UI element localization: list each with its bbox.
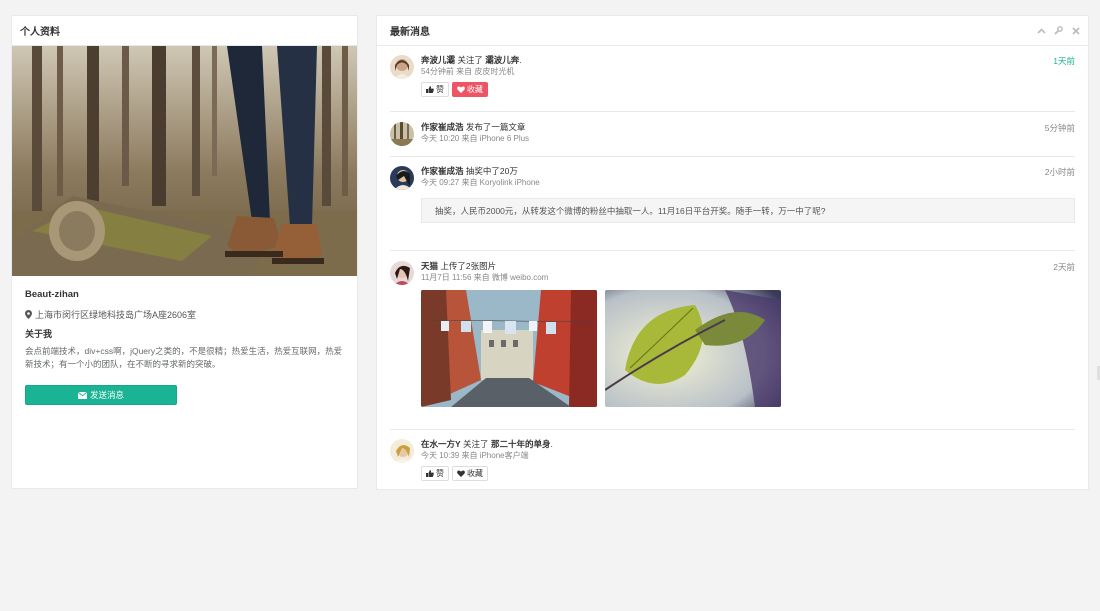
avatar[interactable] (390, 439, 414, 463)
about-text-line: 会点前端技术，div+css啊，jQuery之类的，不是很精；热爱生活，热爱互联… (25, 346, 343, 356)
feed-panel-header: 最新消息 (377, 16, 1088, 46)
feed-item-headline: 作家崔成浩 发布了一篇文章 (421, 122, 1075, 133)
about-text: 会点前端技术，div+css啊，jQuery之类的，不是很精；热爱生活，热爱互联… (25, 345, 344, 371)
close-button[interactable] (1071, 26, 1080, 35)
like-button[interactable]: 赞 (421, 82, 449, 97)
feed-item-actions: 赞 收藏 (421, 466, 1075, 481)
user-link[interactable]: 作家崔成浩 (421, 166, 464, 176)
feed-panel: 最新消息 奔波儿灞 关注了 灞波儿奔. 54分钟前 来自 皮皮时光机 赞 收藏 … (377, 16, 1088, 489)
user-link[interactable]: 在水一方Y (421, 439, 461, 449)
chevron-up-icon (1037, 27, 1046, 34)
about-title: 关于我 (25, 329, 53, 339)
quoted-post: 抽奖，人民币2000元，从转发这个微博的粉丝中抽取一人。11月16日平台开奖。随… (421, 198, 1075, 223)
favorite-label: 收藏 (467, 85, 483, 94)
collapse-button[interactable] (1037, 26, 1046, 35)
feed-item: 作家崔成浩 抽奖中了20万 今天 09:27 来自 Koryolink iPho… (390, 166, 1075, 236)
wrench-icon (1054, 26, 1063, 35)
street-photo[interactable] (421, 290, 597, 407)
avatar[interactable] (390, 55, 414, 79)
profile-name: Beaut-zihan (25, 289, 79, 300)
favorite-button[interactable]: 收藏 (452, 466, 488, 481)
feed-item-meta: 今天 09:27 来自 Koryolink iPhone (421, 178, 540, 187)
profile-address: 上海市闵行区绿地科技岛广场A座2606室 (25, 308, 344, 321)
feed-item-headline: 作家崔成浩 抽奖中了20万 (421, 166, 1075, 177)
action-text: 关注了 (463, 439, 489, 449)
avatar[interactable] (390, 122, 414, 146)
heart-icon (457, 470, 465, 477)
like-button[interactable]: 赞 (421, 466, 449, 481)
feed-panel-title: 最新消息 (390, 27, 430, 38)
avatar[interactable] (390, 166, 414, 190)
action-text: 抽奖中了20万 (465, 166, 518, 176)
user-link[interactable]: 天猫 (421, 261, 438, 271)
feed-item: 奔波儿灞 关注了 灞波儿奔. 54分钟前 来自 皮皮时光机 赞 收藏 1天前 (390, 55, 1075, 105)
feed-item-headline: 奔波儿灞 关注了 灞波儿奔. (421, 55, 1075, 66)
panel-tools (1037, 26, 1080, 35)
feed-item-meta: 11月7日 11:56 来自 微博 weibo.com (421, 273, 549, 282)
divider (390, 250, 1075, 251)
favorite-label: 收藏 (467, 469, 483, 478)
image-gallery (421, 290, 1075, 407)
target-link[interactable]: 灞波儿奔 (485, 55, 519, 65)
action-text: 发布了一篇文章 (465, 122, 526, 132)
action-text: 上传了2张图片 (440, 261, 497, 271)
close-icon (1071, 26, 1080, 35)
send-message-label: 发送消息 (89, 390, 124, 400)
like-label: 赞 (436, 469, 444, 478)
thumbs-up-icon (426, 86, 434, 93)
feed-item-time: 2小时前 (1044, 167, 1075, 177)
favorite-button[interactable]: 收藏 (452, 82, 488, 97)
feed-item-headline: 天猫 上传了2张图片 (421, 261, 1075, 272)
avatar[interactable] (390, 261, 414, 285)
feed-item-time: 2天前 (1053, 262, 1075, 272)
heart-icon (457, 86, 465, 93)
feed-item: 天猫 上传了2张图片 11月7日 11:56 来自 微博 weibo.com 2… (390, 261, 1075, 411)
feed-item-meta: 今天 10:20 来自 iPhone 6 Plus (421, 134, 530, 143)
profile-address-text: 上海市闵行区绿地科技岛广场A座2606室 (35, 310, 197, 320)
divider (390, 429, 1075, 430)
feed-item-time: 1天前 (1053, 56, 1075, 66)
map-marker-icon (25, 310, 32, 319)
user-link[interactable]: 奔波儿灞 (421, 55, 455, 65)
target-link[interactable]: 那二十年的单身 (491, 439, 551, 449)
feed-item: 作家崔成浩 发布了一篇文章 今天 10:20 来自 iPhone 6 Plus … (390, 122, 1075, 152)
envelope-icon (77, 391, 87, 399)
feed-item-meta: 今天 10:39 来自 iPhone客户端 (421, 451, 529, 460)
feed-item: 在水一方Y 关注了 那二十年的单身. 今天 10:39 来自 iPhone客户端… (390, 439, 1075, 484)
profile-panel-title: 个人资料 (12, 16, 357, 46)
divider (390, 111, 1075, 112)
profile-panel: 个人资料 Beaut-zihan 上海市闵行区绿地科技岛广场A座2606室 关于… (12, 16, 357, 488)
feed-item-actions: 赞 收藏 (421, 82, 1075, 97)
about-text-line: 新技术；有一个小的团队，在不断的寻求新的突破。 (25, 359, 221, 369)
feed-item-meta: 54分钟前 来自 皮皮时光机 (421, 67, 515, 76)
headline-suffix: . (550, 439, 553, 449)
settings-button[interactable] (1054, 26, 1063, 35)
user-link[interactable]: 作家崔成浩 (421, 122, 464, 132)
profile-cover-photo (12, 46, 357, 276)
like-label: 赞 (436, 85, 444, 94)
action-text: 关注了 (457, 55, 483, 65)
leaf-photo[interactable] (605, 290, 781, 407)
divider (390, 156, 1075, 157)
send-message-button[interactable]: 发送消息 (25, 385, 177, 405)
feed-item-time: 5分钟前 (1044, 123, 1075, 133)
feed-item-headline: 在水一方Y 关注了 那二十年的单身. (421, 439, 1075, 450)
thumbs-up-icon (426, 470, 434, 477)
headline-suffix: . (519, 55, 522, 65)
